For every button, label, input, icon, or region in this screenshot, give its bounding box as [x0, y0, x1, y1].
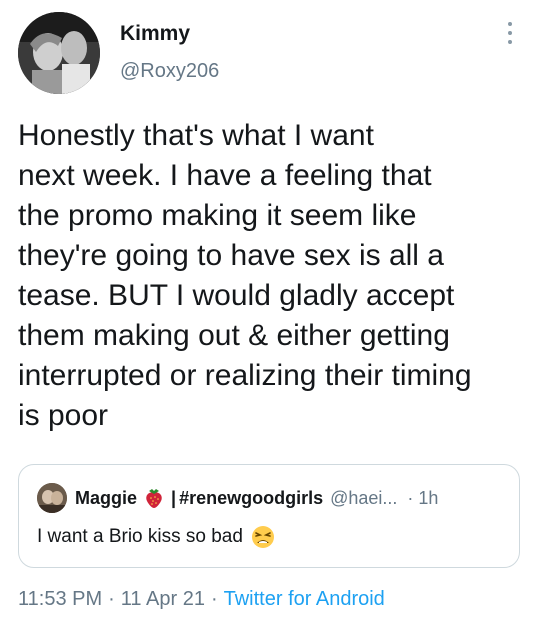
- quoted-tweet-text: I want a Brio kiss so bad: [37, 526, 243, 547]
- quoted-author-hashtag: #renewgoodgirls: [179, 487, 324, 508]
- quoted-author-avatar[interactable]: [37, 483, 67, 513]
- more-dot: [508, 22, 512, 26]
- quoted-tweet-time[interactable]: 1h: [418, 488, 438, 509]
- author-handle[interactable]: @Roxy206: [120, 60, 219, 83]
- more-dot: [508, 31, 512, 35]
- tweet-line: is poor: [18, 399, 109, 432]
- dot-separator: ·: [407, 487, 414, 508]
- dot-separator: ·: [210, 588, 218, 610]
- tweet-date[interactable]: 11 Apr 21: [121, 588, 205, 610]
- tweet-line: Honestly that's what I want: [18, 119, 374, 152]
- tweet-line: them making out & either getting: [18, 319, 450, 352]
- tweet-line: interrupted or realizing their timing: [18, 359, 472, 392]
- tweet-line: tease. BUT I would gladly accept: [18, 279, 455, 312]
- quoted-author-handle[interactable]: @haei...: [330, 488, 397, 509]
- more-vertical-icon[interactable]: [502, 22, 518, 44]
- tweet-line: the promo making it seem like: [18, 199, 417, 232]
- quoted-tweet-text-row: I want a Brio kiss so bad: [37, 525, 275, 549]
- weary-face-icon: [251, 525, 275, 549]
- quoted-tweet[interactable]: Maggie | #renewgoodgirls @haei... · 1h I…: [18, 464, 520, 568]
- tweet-line: they're going to have sex is all a: [18, 239, 444, 272]
- quoted-author-name[interactable]: Maggie: [75, 488, 137, 509]
- tweet-client-link[interactable]: Twitter for Android: [224, 588, 385, 610]
- author-avatar[interactable]: [18, 12, 100, 94]
- tweet-meta: 11:53 PM · 11 Apr 21 · Twitter for Android: [18, 588, 385, 611]
- tweet-time[interactable]: 11:53 PM: [18, 588, 102, 610]
- author-name[interactable]: Kimmy: [120, 22, 190, 46]
- tweet-line: next week. I have a feeling that: [18, 159, 432, 192]
- tweet-text: Honestly that's what I want next week. I…: [18, 116, 528, 436]
- strawberry-icon: [142, 486, 166, 510]
- name-separator: |: [171, 487, 177, 508]
- quoted-tweet-header: Maggie | #renewgoodgirls @haei... · 1h: [37, 483, 438, 513]
- dot-separator: ·: [108, 588, 115, 610]
- more-dot: [508, 40, 512, 44]
